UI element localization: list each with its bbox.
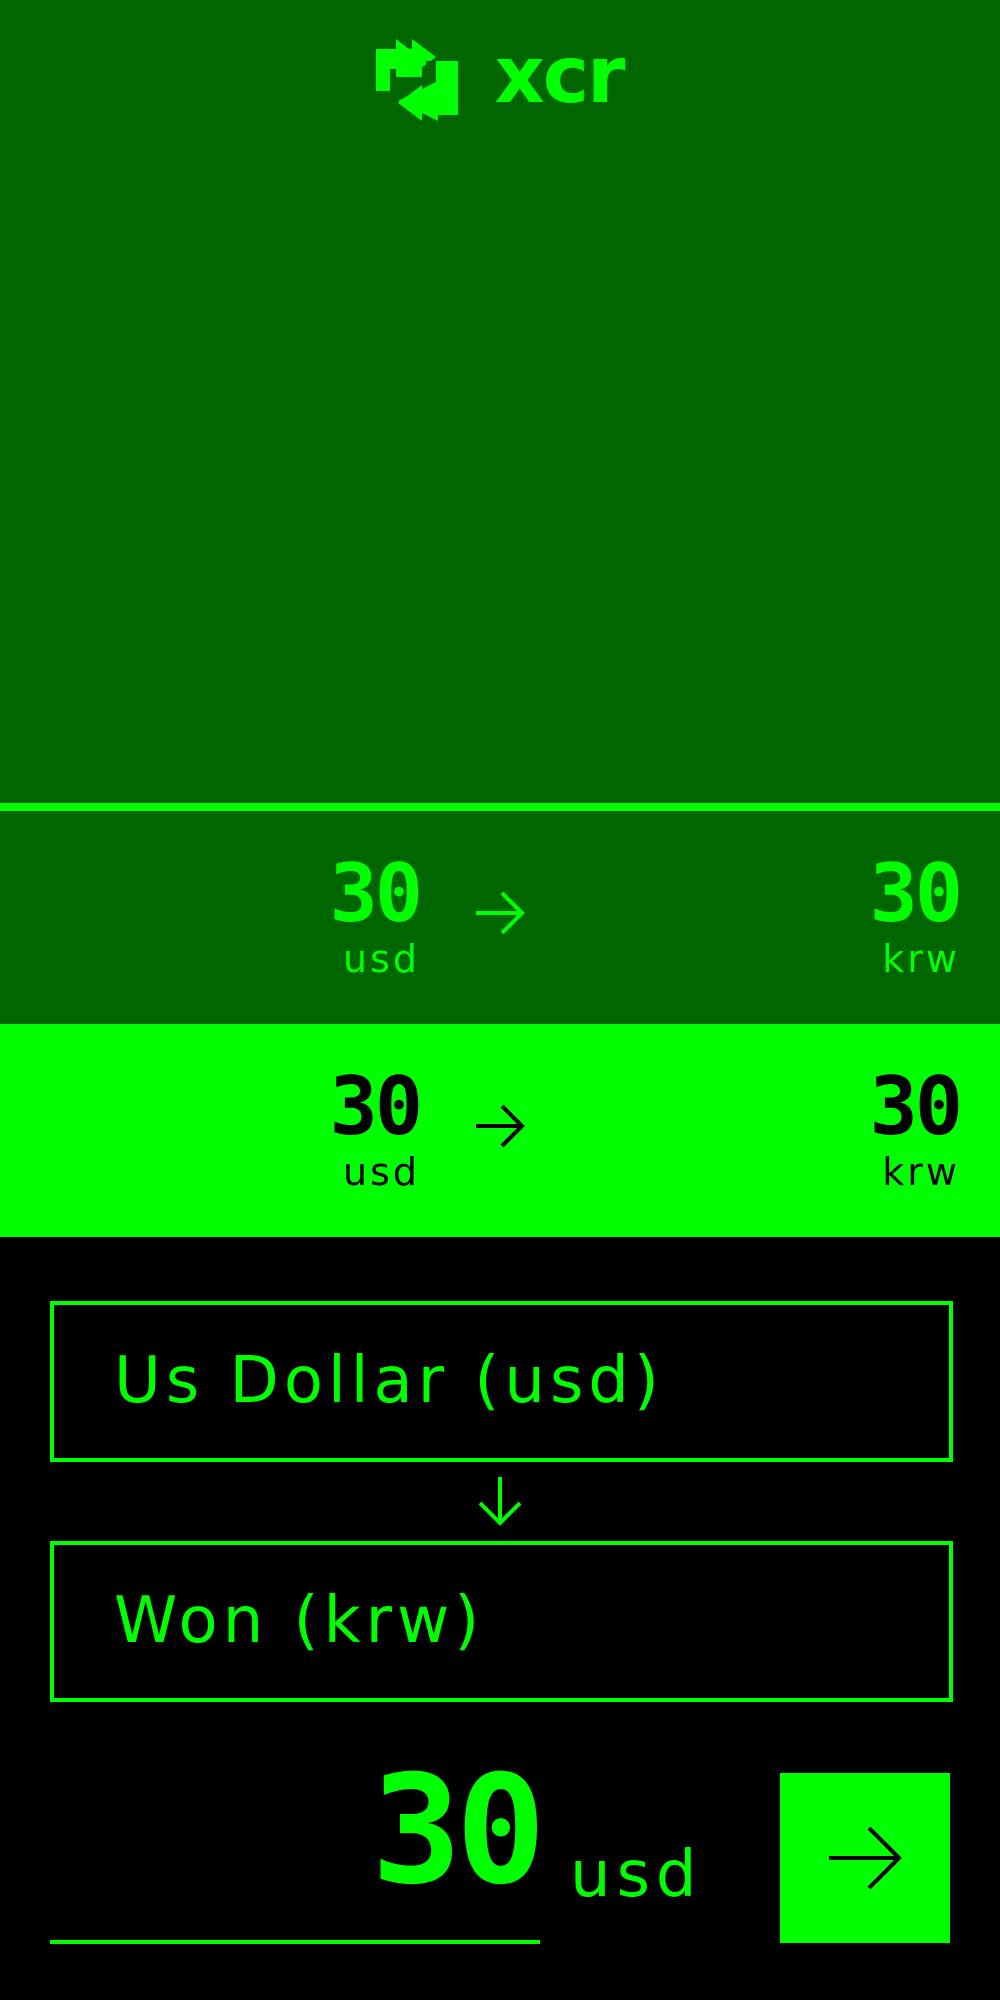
to-currency-select[interactable]: Won (krw) [50,1541,953,1702]
amount-currency: usd [570,1838,703,1912]
history-to-currency: krw [882,1150,960,1194]
history-to-amount: 30 [869,1060,963,1153]
history-to-amount: 30 [869,847,963,940]
from-currency-select[interactable]: Us Dollar (usd) [50,1301,953,1462]
exchange-arrows-icon [376,39,459,121]
history-from-amount: 30 [329,847,423,940]
arrow-right-icon [829,1826,902,1890]
header-area: xcr [0,0,1000,805]
history-from-amount: 30 [329,1060,423,1153]
history-from: 30 usd [329,1060,423,1194]
to-currency-label: Won (krw) [114,1584,485,1658]
amount-input[interactable] [50,1744,540,1918]
history-row[interactable]: 30 usd 30 krw [0,811,1000,1024]
arrow-down-icon [478,1477,522,1526]
history-to-currency: krw [882,937,960,981]
history-from-currency: usd [342,937,420,981]
history-to: 30 krw [869,1060,963,1194]
app-logo: xcr [0,30,1000,130]
history-to: 30 krw [869,847,963,981]
convert-button[interactable] [780,1773,950,1943]
from-currency-label: Us Dollar (usd) [114,1344,664,1418]
app-name: xcr [494,31,625,121]
history-from: 30 usd [329,847,423,981]
history-row-highlighted[interactable]: 30 usd 30 krw [0,1024,1000,1237]
arrow-right-icon [476,891,525,935]
arrow-right-icon [476,1104,525,1148]
amount-field [50,1744,540,1944]
history-from-currency: usd [342,1150,420,1194]
header-divider [0,803,1000,811]
